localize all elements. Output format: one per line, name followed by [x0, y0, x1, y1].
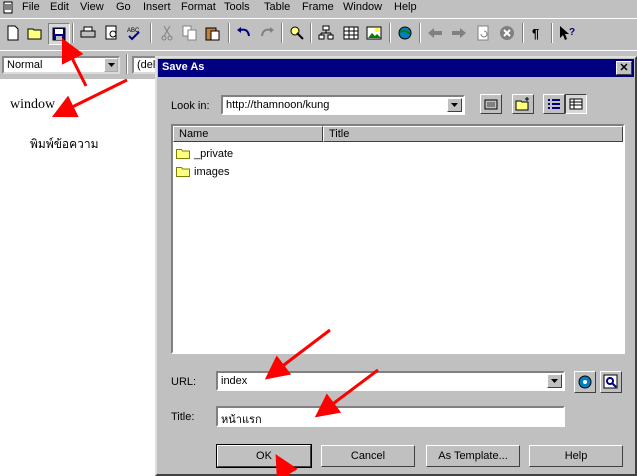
- as-template-button-label: As Template...: [438, 450, 508, 462]
- folder-icon: [176, 149, 190, 159]
- cancel-button[interactable]: Cancel: [321, 445, 415, 467]
- menu-help[interactable]: Help: [394, 1, 417, 13]
- menu-edit[interactable]: Edit: [50, 1, 69, 13]
- menu-file[interactable]: File: [22, 1, 40, 13]
- browse-web-icon[interactable]: [574, 371, 596, 393]
- svg-text:¶: ¶: [532, 26, 539, 40]
- column-header-title[interactable]: Title: [323, 126, 623, 142]
- help-pointer-icon[interactable]: ?: [557, 23, 577, 43]
- menu-frame[interactable]: Frame: [302, 1, 334, 13]
- back-arrow-icon[interactable]: [425, 23, 445, 43]
- chevron-down-icon[interactable]: [104, 58, 118, 72]
- url-label: URL:: [171, 376, 197, 388]
- save-icon[interactable]: [48, 23, 70, 45]
- document-word: window: [10, 97, 56, 112]
- toolbar-separator: [150, 23, 152, 43]
- column-title-label: Title: [329, 128, 350, 140]
- toolbar-separator: [228, 23, 230, 43]
- ok-button-label: OK: [256, 450, 272, 462]
- dialog-title-bar: Save As ✕: [158, 59, 634, 77]
- close-icon[interactable]: ✕: [616, 61, 632, 75]
- toolbar-separator: [281, 23, 283, 43]
- look-in-label: Look in:: [171, 100, 210, 112]
- menu-view[interactable]: View: [80, 1, 104, 13]
- forward-arrow-icon[interactable]: [449, 23, 469, 43]
- navigation-icon[interactable]: [316, 23, 336, 43]
- menu-insert[interactable]: Insert: [143, 1, 171, 13]
- paste-icon[interactable]: [203, 23, 223, 43]
- redo-icon[interactable]: [257, 23, 277, 43]
- menu-bar: File Edit View Go Insert Format Tools Ta…: [0, 0, 637, 16]
- title-value: หน้าแรก: [221, 414, 262, 426]
- toolbar-separator: [522, 23, 524, 43]
- file-list[interactable]: Name Title _private images: [171, 124, 625, 354]
- toolbar-separator: [126, 54, 128, 74]
- new-folder-icon[interactable]: [512, 94, 534, 114]
- title-input[interactable]: หน้าแรก: [216, 406, 565, 427]
- browse-file-icon[interactable]: [600, 371, 622, 393]
- as-template-button[interactable]: As Template...: [426, 445, 520, 467]
- web-globe-icon[interactable]: [395, 23, 415, 43]
- menu-table[interactable]: Table: [264, 1, 290, 13]
- chevron-down-icon[interactable]: [447, 98, 462, 112]
- chevron-down-icon[interactable]: [547, 374, 562, 388]
- help-button-label: Help: [564, 450, 588, 462]
- show-paragraph-marks-icon[interactable]: ¶: [527, 23, 547, 43]
- list-item[interactable]: images: [176, 163, 229, 180]
- toolbar-separator: [72, 23, 74, 43]
- url-value: index: [221, 375, 248, 387]
- list-view-icon[interactable]: [543, 94, 565, 114]
- undo-icon[interactable]: [234, 23, 254, 43]
- file-name: images: [194, 165, 230, 178]
- refresh-icon[interactable]: [473, 23, 493, 43]
- new-icon[interactable]: [3, 23, 23, 43]
- toolbar-separator: [419, 23, 421, 43]
- paragraph-style-value: Normal: [7, 59, 43, 71]
- insert-image-icon[interactable]: [364, 23, 384, 43]
- spell-check-icon[interactable]: ABC: [124, 23, 144, 43]
- cut-icon[interactable]: [157, 23, 177, 43]
- look-in-value: http://thamnoon/kung: [226, 99, 330, 111]
- cancel-button-label: Cancel: [350, 450, 386, 462]
- document-thai-text: พิมพ์ข้อความ: [30, 137, 99, 151]
- dialog-title: Save As: [162, 61, 205, 73]
- url-input[interactable]: index: [216, 371, 565, 391]
- paragraph-style-select[interactable]: Normal: [2, 56, 120, 74]
- details-view-icon[interactable]: [565, 94, 587, 114]
- menu-format[interactable]: Format: [181, 1, 216, 13]
- font-value: (del: [137, 59, 156, 71]
- toolbar-separator: [310, 23, 312, 43]
- file-name: _private: [194, 147, 234, 160]
- up-one-level-icon[interactable]: [480, 94, 502, 114]
- save-as-dialog: Save As ✕ Look in: http://thamnoon/kung …: [155, 56, 637, 476]
- print-preview-icon[interactable]: [102, 23, 122, 43]
- folder-icon: [176, 167, 190, 177]
- insert-table-icon[interactable]: [341, 23, 361, 43]
- copy-icon[interactable]: [180, 23, 200, 43]
- open-icon[interactable]: [25, 23, 45, 43]
- menu-tools[interactable]: Tools: [224, 1, 250, 13]
- menu-window[interactable]: Window: [343, 1, 382, 13]
- column-name-label: Name: [179, 128, 209, 140]
- app-icon: [3, 1, 13, 14]
- title-label: Title:: [171, 411, 195, 423]
- standard-toolbar: ABC ¶ ?: [0, 18, 637, 47]
- menu-go[interactable]: Go: [116, 1, 131, 13]
- svg-text:?: ?: [569, 27, 575, 38]
- toolbar-separator: [389, 23, 391, 43]
- help-button[interactable]: Help: [529, 445, 623, 467]
- document-editor[interactable]: window พิมพ์ข้อความ: [0, 79, 156, 476]
- toolbar-separator: [551, 23, 553, 43]
- print-icon[interactable]: [78, 23, 98, 43]
- hyperlink-icon[interactable]: [287, 23, 307, 43]
- column-header-name[interactable]: Name: [173, 126, 323, 142]
- stop-icon[interactable]: [497, 23, 517, 43]
- ok-button[interactable]: OK: [216, 444, 312, 468]
- list-item[interactable]: _private: [176, 145, 233, 162]
- look-in-select[interactable]: http://thamnoon/kung: [221, 95, 465, 115]
